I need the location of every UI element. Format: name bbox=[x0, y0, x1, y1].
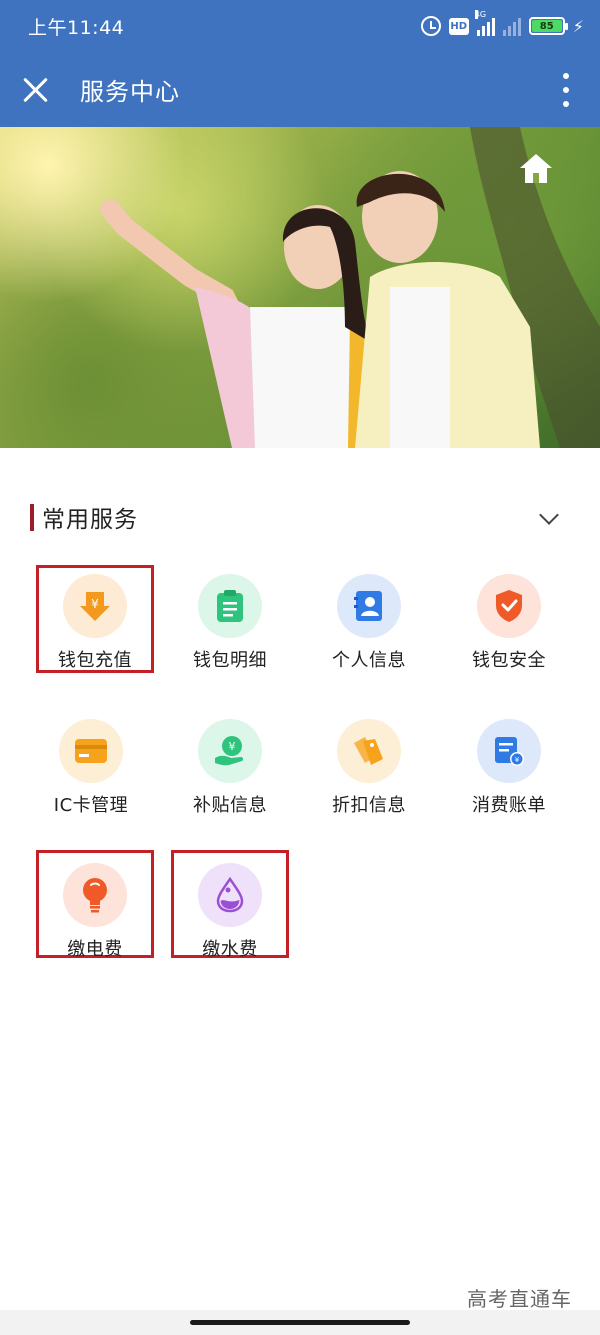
section-title: 常用服务 bbox=[42, 507, 138, 533]
service-label: 折扣信息 bbox=[332, 795, 406, 816]
gesture-nav-bar bbox=[0, 1310, 600, 1335]
section-header: 常用服务 bbox=[30, 500, 570, 534]
service-label: 补贴信息 bbox=[193, 795, 267, 816]
watermark-text: 高考直通车 bbox=[467, 1287, 572, 1311]
home-indicator[interactable] bbox=[190, 1320, 410, 1325]
service-wallet-recharge[interactable]: ¥ 钱包充值 bbox=[36, 565, 154, 673]
service-label: 缴水费 bbox=[202, 939, 258, 960]
card-icon bbox=[59, 719, 123, 783]
charging-icon: ⚡ bbox=[572, 16, 584, 36]
service-label: 钱包安全 bbox=[472, 650, 546, 671]
battery-icon: 85 bbox=[528, 17, 568, 35]
shield-icon bbox=[477, 574, 541, 638]
status-time: 上午11:44 bbox=[28, 17, 125, 39]
wallet-recharge-icon: ¥ bbox=[63, 574, 127, 638]
service-wallet-details[interactable]: 钱包明细 bbox=[161, 574, 299, 672]
service-electricity-fee[interactable]: 缴电费 bbox=[36, 850, 154, 960]
page-title: 服务中心 bbox=[80, 78, 180, 106]
lightbulb-icon bbox=[63, 863, 127, 927]
service-label: IC卡管理 bbox=[53, 795, 129, 816]
service-ic-card[interactable]: IC卡管理 bbox=[22, 719, 160, 817]
hd-icon: HD bbox=[448, 17, 469, 35]
alarm-icon bbox=[420, 16, 441, 36]
bill-icon: ¥ bbox=[477, 719, 541, 783]
service-label: 缴电费 bbox=[67, 939, 123, 960]
service-water-fee[interactable]: 缴水费 bbox=[171, 850, 289, 960]
service-discount-info[interactable]: 折扣信息 bbox=[300, 719, 438, 817]
svg-text:¥: ¥ bbox=[91, 597, 99, 611]
status-icons: HD 4G 85 ⚡ bbox=[420, 10, 584, 38]
service-label: 钱包充值 bbox=[58, 650, 132, 671]
svg-text:¥: ¥ bbox=[229, 740, 236, 753]
service-consumption-bill[interactable]: ¥ 消费账单 bbox=[440, 719, 578, 817]
water-drop-icon bbox=[198, 863, 262, 927]
service-label: 消费账单 bbox=[472, 795, 546, 816]
signal-icon bbox=[502, 16, 521, 36]
service-wallet-security[interactable]: 钱包安全 bbox=[440, 574, 578, 672]
service-subsidy-info[interactable]: ¥ 补贴信息 bbox=[161, 719, 299, 817]
network-type-label: 4G bbox=[474, 10, 487, 19]
service-personal-info[interactable]: 个人信息 bbox=[300, 574, 438, 672]
status-bar: 上午11:44 HD 4G 85 ⚡ bbox=[0, 0, 600, 52]
close-icon[interactable] bbox=[22, 76, 50, 104]
banner-image bbox=[0, 127, 600, 448]
service-label: 个人信息 bbox=[332, 650, 406, 671]
chevron-down-icon[interactable] bbox=[539, 505, 559, 525]
signal-4g-icon: 4G bbox=[474, 10, 495, 36]
clipboard-icon bbox=[198, 574, 262, 638]
contact-card-icon bbox=[337, 574, 401, 638]
banner-photo bbox=[100, 127, 600, 448]
subsidy-icon: ¥ bbox=[198, 719, 262, 783]
section-accent-bar bbox=[30, 504, 34, 531]
title-bar: 服务中心 bbox=[0, 52, 600, 127]
more-options-icon[interactable] bbox=[558, 73, 574, 107]
home-icon[interactable] bbox=[520, 154, 552, 184]
battery-level: 85 bbox=[531, 20, 562, 32]
discount-tag-icon bbox=[337, 719, 401, 783]
svg-text:¥: ¥ bbox=[515, 756, 520, 764]
service-label: 钱包明细 bbox=[193, 650, 267, 671]
